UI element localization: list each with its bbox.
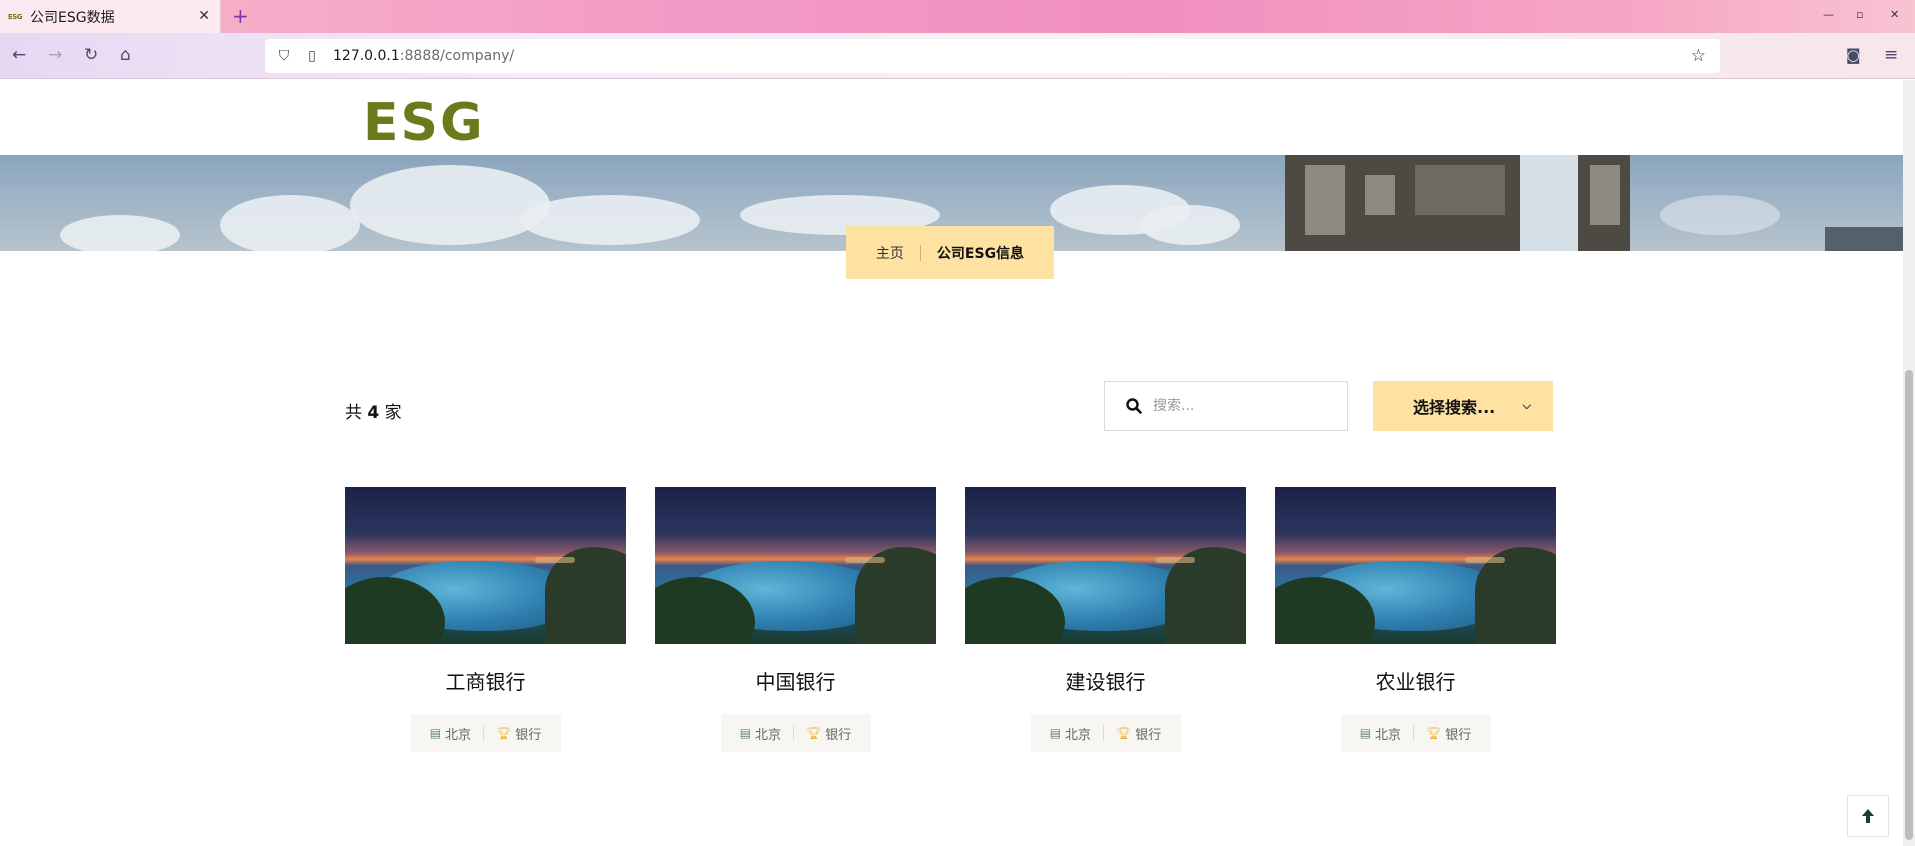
forward-icon[interactable]: → bbox=[48, 45, 62, 65]
company-image[interactable] bbox=[655, 487, 936, 644]
company-name[interactable]: 工商银行 bbox=[345, 666, 626, 694]
menu-icon[interactable]: ≡ bbox=[1884, 45, 1898, 65]
scrollbar-thumb[interactable] bbox=[1905, 370, 1913, 840]
new-tab-icon[interactable]: + bbox=[232, 4, 249, 28]
company-industry: 银行 bbox=[1445, 727, 1472, 743]
tab-close-icon[interactable]: ✕ bbox=[198, 8, 210, 24]
maximize-icon[interactable]: ▫ bbox=[1856, 8, 1863, 21]
company-tags: ▤ 北京 🏆︎ 银行 bbox=[1340, 714, 1491, 752]
page-scrollbar[interactable] bbox=[1903, 80, 1915, 846]
company-image[interactable] bbox=[345, 487, 626, 644]
trophy-icon: 🏆︎ bbox=[1116, 726, 1132, 740]
breadcrumb-home-link[interactable]: 主页 bbox=[876, 243, 904, 263]
page-icon: ▯ bbox=[308, 48, 316, 64]
url-text[interactable]: 127.0.0.1:8888/company/ bbox=[333, 48, 514, 64]
search-icon bbox=[1126, 398, 1142, 414]
company-card[interactable]: 工商银行 ▤ 北京 🏆︎ 银行 bbox=[345, 487, 626, 752]
company-industry: 银行 bbox=[1135, 727, 1162, 743]
company-location: 北京 bbox=[445, 727, 472, 743]
window-close-icon[interactable]: ✕ bbox=[1890, 8, 1899, 21]
trophy-icon: 🏆︎ bbox=[1426, 726, 1442, 740]
company-name[interactable]: 中国银行 bbox=[655, 666, 936, 694]
shield-icon[interactable]: ⛉ bbox=[275, 48, 293, 64]
company-tags: ▤ 北京 🏆︎ 银行 bbox=[410, 714, 561, 752]
breadcrumb: 主页 公司ESG信息 bbox=[846, 226, 1054, 279]
company-industry: 银行 bbox=[515, 727, 542, 743]
home-icon[interactable]: ⌂ bbox=[120, 45, 131, 65]
building-icon: ▤ bbox=[1049, 726, 1062, 740]
trophy-icon: 🏆︎ bbox=[496, 726, 512, 740]
company-location: 北京 bbox=[755, 727, 782, 743]
company-tags: ▤ 北京 🏆︎ 银行 bbox=[1030, 714, 1181, 752]
arrow-up-icon bbox=[1862, 809, 1874, 823]
chevron-down-icon: ⌵ bbox=[1522, 399, 1531, 412]
building-icon: ▤ bbox=[429, 726, 442, 740]
company-card[interactable]: 建设银行 ▤ 北京 🏆︎ 银行 bbox=[965, 487, 1246, 752]
select-label: 选择搜索... bbox=[1413, 398, 1496, 417]
breadcrumb-current: 公司ESG信息 bbox=[936, 245, 1025, 262]
back-icon[interactable]: ← bbox=[12, 45, 26, 65]
company-name[interactable]: 建设银行 bbox=[965, 666, 1246, 694]
reload-icon[interactable]: ↻ bbox=[84, 45, 98, 65]
site-logo[interactable]: ESG bbox=[363, 95, 485, 151]
search-type-select[interactable]: 选择搜索... ⌵ bbox=[1373, 381, 1553, 431]
company-tags: ▤ 北京 🏆︎ 银行 bbox=[720, 714, 871, 752]
company-count: 共 4 家 bbox=[345, 403, 402, 423]
browser-titlebar: ESG 公司ESG数据 ✕ + — ▫ ✕ bbox=[0, 0, 1915, 33]
esg-favicon-icon: ESG bbox=[8, 12, 23, 21]
company-name[interactable]: 农业银行 bbox=[1275, 666, 1556, 694]
tab-title: 公司ESG数据 bbox=[30, 9, 115, 26]
search-box[interactable] bbox=[1104, 381, 1348, 431]
company-location: 北京 bbox=[1375, 727, 1402, 743]
pocket-icon[interactable]: ◙ bbox=[1846, 45, 1861, 65]
page-content: ESG 主页 公司ESG信息 共 4 家 选择搜索... ⌵ bbox=[0, 80, 1903, 846]
browser-tab[interactable]: ESG 公司ESG数据 ✕ bbox=[0, 0, 221, 33]
bookmark-star-icon[interactable]: ☆ bbox=[1691, 46, 1706, 66]
building-icon: ▤ bbox=[739, 726, 752, 740]
search-input[interactable] bbox=[1153, 398, 1333, 414]
company-location: 北京 bbox=[1065, 727, 1092, 743]
company-image[interactable] bbox=[965, 487, 1246, 644]
banner-building bbox=[1285, 155, 1630, 251]
address-bar[interactable]: ⛉ ▯ 127.0.0.1:8888/company/ ☆ bbox=[265, 39, 1720, 73]
minimize-icon[interactable]: — bbox=[1823, 8, 1834, 21]
trophy-icon: 🏆︎ bbox=[806, 726, 822, 740]
building-icon: ▤ bbox=[1359, 726, 1372, 740]
company-card[interactable]: 农业银行 ▤ 北京 🏆︎ 银行 bbox=[1275, 487, 1556, 752]
company-image[interactable] bbox=[1275, 487, 1556, 644]
company-industry: 银行 bbox=[825, 727, 852, 743]
back-to-top-button[interactable] bbox=[1847, 795, 1889, 837]
company-card[interactable]: 中国银行 ▤ 北京 🏆︎ 银行 bbox=[655, 487, 936, 752]
browser-navbar: ← → ↻ ⌂ ⛉ ▯ 127.0.0.1:8888/company/ ☆ ◙ … bbox=[0, 33, 1915, 79]
breadcrumb-separator bbox=[919, 244, 921, 261]
